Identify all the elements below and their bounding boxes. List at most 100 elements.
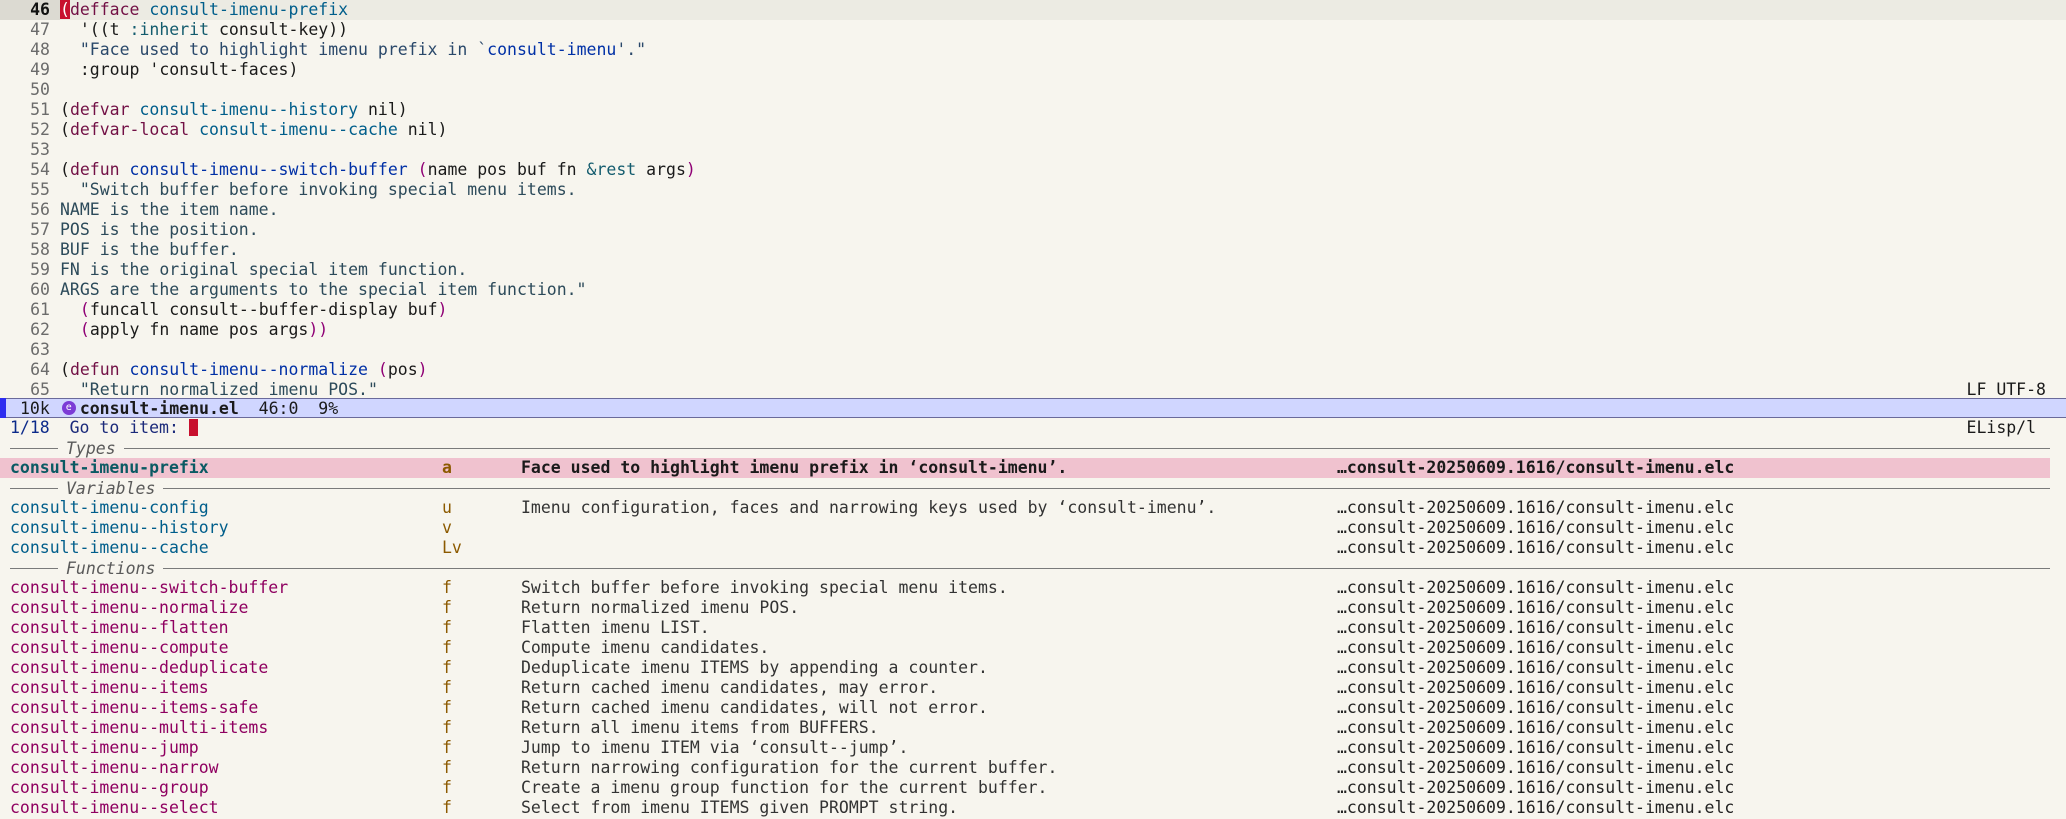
candidate-list[interactable]: Types consult-imenu-prefix a Face used to h…	[0, 438, 2066, 818]
candidate-row[interactable]: consult-imenu--history v …consult-20250609…	[0, 518, 2066, 538]
candidate-doc	[521, 538, 1337, 558]
candidate-name: consult-imenu--group	[10, 778, 209, 797]
line-number: 59	[30, 260, 50, 279]
candidate-file: …consult-20250609.1616/consult-imenu.elc	[1337, 738, 1735, 757]
group-divider	[10, 487, 58, 489]
candidate-kind: f	[442, 718, 452, 737]
code-line[interactable]: 47 '((t :inherit consult-key))	[0, 20, 2066, 40]
candidate-doc: Flatten imenu LIST.	[521, 618, 710, 637]
candidate-row[interactable]: consult-imenu--select f Select from imenu …	[0, 798, 2066, 818]
code-line[interactable]: 62 (apply fn name pos args))	[0, 320, 2066, 340]
candidate-kind: f	[442, 578, 452, 597]
code-line[interactable]: 56 NAME is the item name.	[0, 200, 2066, 220]
candidate-kind: f	[442, 798, 452, 817]
group-title: Functions	[66, 558, 156, 578]
candidate-row[interactable]: consult-imenu--narrow f Return narrowing c…	[0, 758, 2066, 778]
emacs-lisp-icon: e	[61, 401, 76, 415]
input-cursor[interactable]	[188, 419, 198, 436]
candidate-kind: f	[442, 618, 452, 637]
candidate-name: consult-imenu--select	[10, 798, 219, 817]
candidate-row[interactable]: consult-imenu--items f Return cached imenu…	[0, 678, 2066, 698]
line-number: 62	[30, 320, 50, 339]
code-line[interactable]: 54 (defun consult-imenu--switch-buffer (n…	[0, 160, 2066, 180]
code-line[interactable]: 64 (defun consult-imenu--normalize (pos)	[0, 360, 2066, 380]
group-divider	[163, 567, 2050, 569]
prompt-line[interactable]: 1/18 Go to item:	[0, 418, 2066, 438]
candidate-row[interactable]: consult-imenu-prefix a Face used to highli…	[0, 458, 2050, 478]
candidate-file: …consult-20250609.1616/consult-imenu.elc	[1337, 698, 1735, 717]
candidate-doc: Compute imenu candidates.	[521, 638, 770, 657]
line-number: 61	[30, 300, 50, 319]
line-number: 55	[30, 180, 50, 199]
candidate-file: …consult-20250609.1616/consult-imenu.elc	[1337, 718, 1735, 737]
candidate-doc: Return cached imenu candidates, may erro…	[521, 678, 939, 697]
candidate-name: consult-imenu--cache	[10, 538, 209, 557]
candidate-kind: v	[442, 518, 452, 537]
line-number: 49	[30, 60, 50, 79]
candidate-row[interactable]: consult-imenu--flatten f Flatten imenu LIS…	[0, 618, 2066, 638]
line-number: 63	[30, 340, 50, 359]
candidate-file: …consult-20250609.1616/consult-imenu.elc	[1337, 498, 1735, 517]
candidate-kind: f	[442, 638, 452, 657]
line-number: 47	[30, 20, 50, 39]
candidate-name: consult-imenu-prefix	[10, 458, 209, 477]
candidate-kind: f	[442, 678, 452, 697]
code-line[interactable]: 49 :group 'consult-faces)	[0, 60, 2066, 80]
code-line[interactable]: 55 "Switch buffer before invoking specia…	[0, 180, 2066, 200]
cursor-position: 46:0	[258, 398, 299, 418]
code-line[interactable]: 57 POS is the position.	[0, 220, 2066, 240]
candidate-name: consult-imenu--deduplicate	[10, 658, 269, 677]
group-divider	[10, 567, 58, 569]
code-line[interactable]: 65 "Return normalized imenu POS."	[0, 380, 2066, 398]
code-line[interactable]: 50	[0, 80, 2066, 100]
candidate-row[interactable]: consult-imenu--deduplicate f Deduplicate i…	[0, 658, 2066, 678]
code-line[interactable]: 61 (funcall consult--buffer-display buf)	[0, 300, 2066, 320]
candidate-doc: Return narrowing configuration for the c…	[521, 758, 1058, 777]
candidate-row[interactable]: consult-imenu--jump f Jump to imenu ITEM v…	[0, 738, 2066, 758]
candidate-kind: a	[442, 458, 452, 477]
encoding[interactable]: LF UTF-8	[1967, 380, 2046, 399]
candidate-row[interactable]: consult-imenu--items-safe f Return cached …	[0, 698, 2066, 718]
line-number: 54	[30, 160, 50, 179]
candidate-name: consult-imenu--multi-items	[10, 718, 269, 737]
code-line[interactable]: 51 (defvar consult-imenu--history nil)	[0, 100, 2066, 120]
mode-line[interactable]: 10k e consult-imenu.el 46:0 9% LF UTF-8 …	[0, 380, 2066, 437]
candidate-doc: Select from imenu ITEMS given PROMPT str…	[521, 798, 959, 817]
candidate-row[interactable]: consult-imenu--switch-buffer f Switch buff…	[0, 578, 2066, 598]
candidate-kind: f	[442, 758, 452, 777]
candidate-file: …consult-20250609.1616/consult-imenu.elc	[1337, 538, 1735, 557]
buffer-size: 10k	[20, 398, 50, 418]
candidate-name: consult-imenu--narrow	[10, 758, 219, 777]
code-line[interactable]: 48 "Face used to highlight imenu prefix …	[0, 40, 2066, 60]
candidate-name: consult-imenu--switch-buffer	[10, 578, 289, 597]
code-line[interactable]: 52 (defvar-local consult-imenu--cache nil…	[0, 120, 2066, 140]
candidate-doc: Jump to imenu ITEM via ‘consult--jump’.	[521, 738, 909, 757]
group-title: Types	[66, 438, 116, 458]
code-line[interactable]: 58 BUF is the buffer.	[0, 240, 2066, 260]
candidate-row[interactable]: consult-imenu--group f Create a imenu grou…	[0, 778, 2066, 798]
candidate-name: consult-imenu--items	[10, 678, 209, 697]
candidate-file: …consult-20250609.1616/consult-imenu.elc	[1337, 638, 1735, 657]
minibuffer[interactable]: 1/18 Go to item: Types consult-imenu-pref…	[0, 418, 2066, 819]
candidate-row[interactable]: consult-imenu--multi-items f Return all im…	[0, 718, 2066, 738]
editor-buffer[interactable]: 46 (defface consult-imenu-prefix 47 '((t …	[0, 0, 2066, 398]
line-number: 48	[30, 40, 50, 59]
candidate-file: …consult-20250609.1616/consult-imenu.elc	[1337, 578, 1735, 597]
code-line[interactable]: 60 ARGS are the arguments to the special …	[0, 280, 2066, 300]
code-line[interactable]: 59 FN is the original special item functi…	[0, 260, 2066, 280]
candidate-file: …consult-20250609.1616/consult-imenu.elc	[1337, 598, 1735, 617]
code-line[interactable]: 53	[0, 140, 2066, 160]
candidate-row[interactable]: consult-imenu--compute f Compute imenu can…	[0, 638, 2066, 658]
group-divider	[163, 487, 2050, 489]
candidate-row[interactable]: consult-imenu--normalize f Return normaliz…	[0, 598, 2066, 618]
buffer-name[interactable]: consult-imenu.el	[80, 399, 239, 418]
candidate-row[interactable]: consult-imenu--cache Lv …consult-20250609.…	[0, 538, 2066, 558]
code-line[interactable]: 63	[0, 340, 2066, 360]
candidate-doc: Return normalized imenu POS.	[521, 598, 800, 617]
candidate-doc: Face used to highlight imenu prefix in ‘…	[521, 458, 1068, 477]
candidate-row[interactable]: consult-imenu-config u Imenu configuration…	[0, 498, 2066, 518]
group-divider	[10, 447, 58, 449]
candidate-count: 1/18	[10, 418, 50, 437]
code-line[interactable]: 46 (defface consult-imenu-prefix	[0, 0, 2066, 20]
candidate-doc: Create a imenu group function for the cu…	[521, 778, 1048, 797]
